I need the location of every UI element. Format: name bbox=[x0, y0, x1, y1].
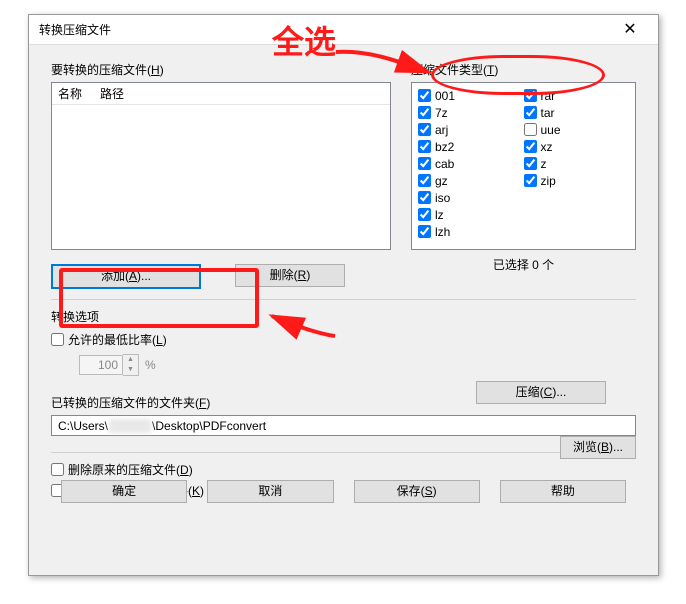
files-to-convert-label: 要转换的压缩文件(H) bbox=[51, 61, 391, 78]
type-item-7z[interactable]: 7z bbox=[418, 104, 524, 121]
types-col-2: rar tar uue xz z zip bbox=[524, 87, 630, 245]
col-path[interactable]: 路径 bbox=[100, 85, 124, 102]
type-label-z: z bbox=[541, 157, 547, 171]
type-checkbox-rar[interactable] bbox=[524, 89, 537, 102]
min-ratio-checkbox[interactable] bbox=[51, 333, 64, 346]
type-label-gz: gz bbox=[435, 174, 448, 188]
type-checkbox-7z[interactable] bbox=[418, 106, 431, 119]
type-checkbox-arj[interactable] bbox=[418, 123, 431, 136]
type-label-tar: tar bbox=[541, 106, 555, 120]
type-item-arj[interactable]: arj bbox=[418, 121, 524, 138]
titlebar: 转换压缩文件 ✕ bbox=[29, 15, 658, 45]
type-checkbox-z[interactable] bbox=[524, 157, 537, 170]
dialog-window: 转换压缩文件 ✕ 要转换的压缩文件(H) 名称 路径 添加(A)... bbox=[28, 14, 659, 576]
type-item-bz2[interactable]: bz2 bbox=[418, 138, 524, 155]
type-checkbox-lzh[interactable] bbox=[418, 225, 431, 238]
type-label-iso: iso bbox=[435, 191, 450, 205]
save-button[interactable]: 保存(S) bbox=[354, 480, 480, 503]
path-prefix: C:\Users\ bbox=[58, 419, 108, 433]
type-checkbox-xz[interactable] bbox=[524, 140, 537, 153]
options-label: 转换选项 bbox=[51, 308, 636, 325]
type-item-xz[interactable]: xz bbox=[524, 138, 630, 155]
type-label-bz2: bz2 bbox=[435, 140, 454, 154]
type-checkbox-iso[interactable] bbox=[418, 191, 431, 204]
redacted-user bbox=[109, 419, 151, 433]
type-label-7z: 7z bbox=[435, 106, 448, 120]
type-label-lz: lz bbox=[435, 208, 444, 222]
type-item-zip[interactable]: zip bbox=[524, 172, 630, 189]
files-listbox[interactable]: 名称 路径 bbox=[51, 82, 391, 250]
type-label-uue: uue bbox=[541, 123, 561, 137]
archive-types-label: 压缩文件类型(T) bbox=[411, 61, 636, 78]
path-suffix: \Desktop\PDFconvert bbox=[152, 419, 266, 433]
col-name[interactable]: 名称 bbox=[58, 85, 82, 102]
type-checkbox-tar[interactable] bbox=[524, 106, 537, 119]
type-label-zip: zip bbox=[541, 174, 556, 188]
type-item-lzh[interactable]: lzh bbox=[418, 223, 524, 240]
type-item-iso[interactable]: iso bbox=[418, 189, 524, 206]
output-path-field[interactable]: C:\Users\ \Desktop\PDFconvert bbox=[51, 415, 636, 436]
delete-original-checkbox[interactable] bbox=[51, 463, 64, 476]
type-label-lzh: lzh bbox=[435, 225, 450, 239]
min-ratio-label: 允许的最低比率(L) bbox=[68, 331, 167, 348]
ratio-input[interactable] bbox=[79, 355, 123, 375]
delete-button[interactable]: 删除(R) bbox=[235, 264, 345, 287]
type-item-001[interactable]: 001 bbox=[418, 87, 524, 104]
cancel-button[interactable]: 取消 bbox=[207, 480, 333, 503]
type-checkbox-lz[interactable] bbox=[418, 208, 431, 221]
type-item-tar[interactable]: tar bbox=[524, 104, 630, 121]
ok-button[interactable]: 确定 bbox=[61, 480, 187, 503]
spinner-buttons[interactable]: ▲▼ bbox=[123, 354, 139, 376]
type-item-uue[interactable]: uue bbox=[524, 121, 630, 138]
window-title: 转换压缩文件 bbox=[39, 21, 111, 38]
type-checkbox-bz2[interactable] bbox=[418, 140, 431, 153]
type-label-rar: rar bbox=[541, 89, 556, 103]
type-label-001: 001 bbox=[435, 89, 455, 103]
type-item-z[interactable]: z bbox=[524, 155, 630, 172]
help-button[interactable]: 帮助 bbox=[500, 480, 626, 503]
type-checkbox-zip[interactable] bbox=[524, 174, 537, 187]
type-item-gz[interactable]: gz bbox=[418, 172, 524, 189]
close-button[interactable]: ✕ bbox=[610, 17, 650, 43]
types-col-1: 001 7z arj bz2 cab gz iso lz lzh bbox=[418, 87, 524, 245]
list-header: 名称 路径 bbox=[52, 83, 390, 105]
type-label-xz: xz bbox=[541, 140, 553, 154]
ratio-spinner[interactable]: ▲▼ % bbox=[79, 354, 156, 376]
type-label-cab: cab bbox=[435, 157, 454, 171]
browse-button[interactable]: 浏览(B)... bbox=[560, 436, 636, 459]
type-checkbox-001[interactable] bbox=[418, 89, 431, 102]
type-checkbox-cab[interactable] bbox=[418, 157, 431, 170]
type-item-rar[interactable]: rar bbox=[524, 87, 630, 104]
selected-count-label: 已选择 0 个 bbox=[411, 256, 636, 273]
add-button[interactable]: 添加(A)... bbox=[51, 264, 201, 289]
type-item-lz[interactable]: lz bbox=[418, 206, 524, 223]
type-checkbox-gz[interactable] bbox=[418, 174, 431, 187]
type-checkbox-uue[interactable] bbox=[524, 123, 537, 136]
percent-label: % bbox=[145, 358, 156, 372]
type-item-cab[interactable]: cab bbox=[418, 155, 524, 172]
archive-types-box: 001 7z arj bz2 cab gz iso lz lzh rar tar uue xz z zip bbox=[411, 82, 636, 250]
compress-button[interactable]: 压缩(C)... bbox=[476, 381, 606, 404]
delete-original-label: 删除原来的压缩文件(D) bbox=[68, 461, 193, 478]
type-label-arj: arj bbox=[435, 123, 448, 137]
